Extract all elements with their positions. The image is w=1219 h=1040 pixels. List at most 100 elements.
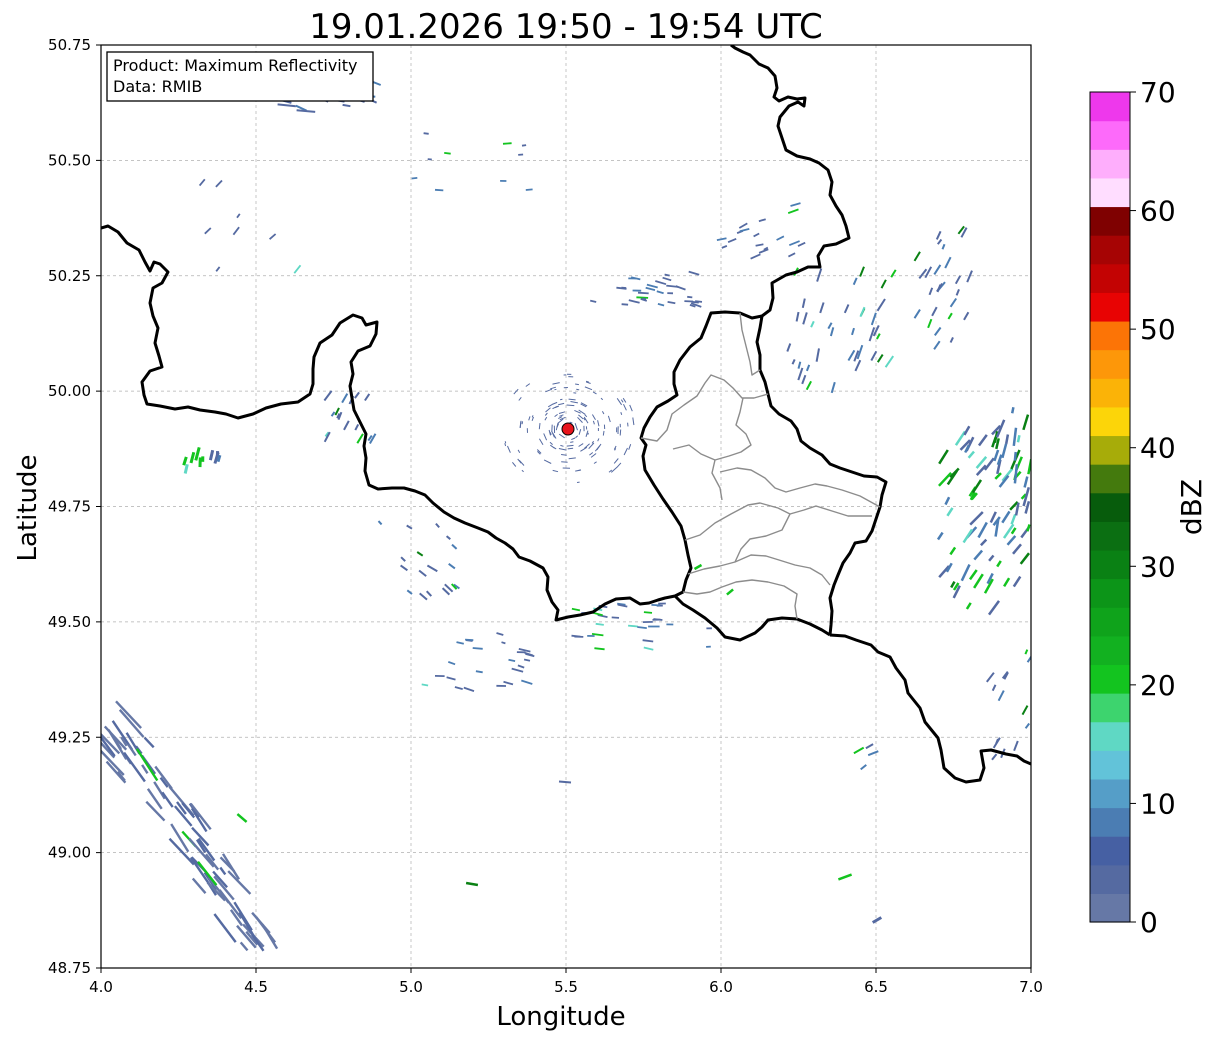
echo-cell [521,144,527,147]
colorbar-swatch [1090,607,1130,637]
x-tick-label: 6.5 [864,978,888,996]
echo-cell [571,634,581,638]
echo-cell [423,132,429,135]
y-tick-label: 49.75 [48,498,91,516]
colorbar-swatch [1090,464,1130,494]
colorbar-swatch [1090,549,1130,580]
y-tick-label: 48.75 [48,959,91,977]
echo-cell [558,780,572,784]
colorbar-swatch [1090,435,1130,465]
colorbar-swatch [1090,349,1130,379]
echo-cell [1016,435,1021,443]
colorbar-swatch [1090,664,1130,694]
colorbar-swatch [1090,492,1130,522]
echo-cell [554,388,557,391]
colorbar-tick-label: 50 [1140,313,1176,346]
colorbar-tick-label: 60 [1140,195,1176,228]
colorbar-swatch [1090,693,1130,723]
x-tick-label: 5.5 [554,978,578,996]
colorbar-tick-label: 70 [1140,76,1176,109]
echo-cell [602,430,605,436]
echo-cell [502,142,512,145]
echo-cell [475,670,483,674]
map-title: 19.01.2026 19:50 - 19:54 UTC [309,7,823,47]
colorbar-tick-label: 10 [1140,787,1176,820]
echo-cell [566,444,574,447]
echo-cell [628,624,638,628]
colorbar-swatch [1090,177,1130,208]
echo-cell [621,303,629,306]
colorbar-swatch [1090,521,1130,551]
echo-cell [519,421,522,428]
echo-cell [465,638,474,641]
echo-cell [1013,451,1017,461]
echo-cell [501,641,506,645]
echo-cell [216,454,222,463]
colorbar-swatch [1090,721,1130,751]
echo-cell [561,461,568,463]
echo-cell [504,441,507,444]
echo-cell [587,432,589,435]
echo-cell [538,423,541,430]
echo-cell [576,388,580,391]
x-tick-label: 6.0 [709,978,733,996]
echo-cell [687,295,693,299]
y-tick-label: 49.25 [48,728,91,746]
colorbar-swatch [1090,149,1130,179]
y-tick-label: 49.00 [48,844,91,862]
colorbar-swatch [1090,92,1130,122]
info-box-product: Product: Maximum Reflectivity [113,56,357,75]
colorbar-swatch [1090,893,1130,923]
colorbar-tick-label: 40 [1140,432,1176,465]
echo-cell [521,421,524,425]
colorbar: 0 10 20 30 40 50 60 70 dBZ [1089,76,1208,939]
echo-cell [611,616,620,619]
colorbar-label: dBZ [1175,479,1208,535]
colorbar-swatch [1090,578,1130,608]
echo-cell [434,188,444,192]
colorbar-swatch [1090,206,1130,236]
colorbar-ticks: 0 10 20 30 40 50 60 70 [1130,76,1176,939]
y-tick-label: 50.50 [48,151,91,169]
y-tick-label: 50.75 [48,36,91,54]
echo-cell [577,469,581,472]
echo-cell [570,441,574,443]
echo-cell [444,152,451,155]
echo-cell [619,429,622,436]
echo-cell [643,611,653,614]
radar-map-figure: 19.01.2026 19:50 - 19:54 UTC 4.0 4.5 5.0 [13,7,1208,1032]
echo-cell [664,273,670,277]
x-tick-label: 5.0 [399,978,423,996]
echo-cell [566,404,575,407]
x-axis-ticks: 4.0 4.5 5.0 5.5 6.0 6.5 7.0 [89,968,1043,996]
info-box: Product: Maximum Reflectivity Data: RMIB [106,51,374,102]
y-axis-ticks: 48.75 49.00 49.25 49.50 49.75 50.00 50.25 50.50… [48,36,101,977]
echo-cell [183,463,189,474]
echo-cell [523,658,531,662]
colorbar-swatch [1090,292,1130,322]
colorbar-swatch [1090,778,1130,809]
echo-cell [508,658,516,662]
x-tick-label: 4.5 [244,978,268,996]
colorbar-swatches [1090,92,1130,923]
echo-cell [1004,434,1010,445]
colorbar-swatch [1090,263,1130,293]
x-tick-label: 4.0 [89,978,113,996]
colorbar-tick-label: 20 [1140,669,1176,702]
echo-cell [411,177,418,180]
y-tick-label: 50.25 [48,267,91,285]
colorbar-swatch [1090,836,1130,866]
echo-cell [651,604,661,607]
echo-cell [637,626,647,629]
echo-cell [561,454,567,456]
echo-cell [472,647,483,650]
echo-cell [636,296,649,299]
x-axis-label: Longitude [496,1002,625,1032]
echo-cell [567,447,574,450]
colorbar-tick-label: 30 [1140,550,1176,583]
colorbar-swatch [1090,406,1130,437]
radar-site-marker [561,422,575,436]
echo-cell [695,300,703,303]
colorbar-swatch [1090,235,1130,265]
colorbar-swatch [1090,120,1130,150]
